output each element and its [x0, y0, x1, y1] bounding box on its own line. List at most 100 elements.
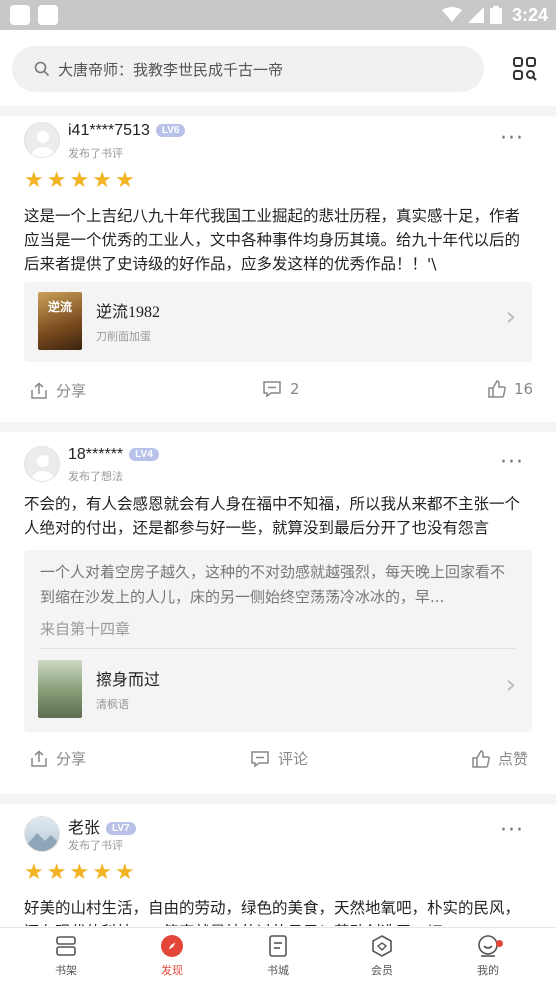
book-title: 逆流1982 [96, 304, 161, 321]
username-text: 老张 [68, 820, 101, 837]
star-icon: ★ [69, 860, 90, 885]
membership-icon [372, 935, 392, 957]
post-text[interactable]: 不会的，有人会感恩就会有人身在福中不知福，所以我从来都不主张一个人绝对的付出，还… [24, 492, 532, 540]
divider [0, 422, 556, 432]
level-badge: LV4 [129, 448, 159, 461]
avatar[interactable] [24, 446, 60, 482]
comment-icon [251, 750, 269, 767]
username[interactable]: 18****** LV4 [68, 446, 159, 464]
avatar[interactable] [24, 122, 60, 158]
level-badge: LV7 [106, 822, 136, 835]
post-card[interactable]: i41****7513 LV6 发布了书评 ··· ★ ★ ★ ★ ★ 这是一个上吉纪八九… [0, 116, 556, 422]
book-title: 擦身而过 [96, 672, 161, 689]
star-icon: ★ [46, 168, 67, 193]
star-icon: ★ [114, 168, 135, 193]
star-icon: ★ [69, 168, 90, 193]
notification-dot [496, 940, 503, 947]
bookshelf-icon [56, 936, 76, 956]
avatar[interactable] [24, 816, 60, 852]
nav-item-profile[interactable]: 我的 [453, 934, 523, 978]
quote-card[interactable]: 一个人对着空房子越久，这种的不对劲感就越强烈，每天晚上回家看不到缩在沙发上的人儿… [24, 550, 532, 732]
nav-item-membership[interactable]: 会员 [347, 934, 417, 978]
divider [40, 648, 516, 649]
chevron-right-icon: › [505, 302, 516, 332]
username[interactable]: i41****7513 LV6 [68, 122, 186, 140]
bottom-nav: 书架 发现 书城 会员 我的 [0, 927, 556, 989]
comment-button[interactable]: 评论 [250, 748, 308, 769]
nav-label: 发现 [161, 964, 183, 977]
scan-icon[interactable] [512, 56, 538, 82]
share-icon [31, 382, 47, 399]
divider [0, 106, 556, 116]
book-icon [269, 935, 287, 957]
status-time: 3:24 [511, 4, 548, 25]
nav-label: 我的 [477, 964, 499, 977]
post-text[interactable]: 这是一个上吉纪八九十年代我国工业掘起的悲壮历程，真实感十足，作者应当是一个优秀的… [24, 204, 532, 276]
username[interactable]: 老张 LV7 [68, 814, 136, 838]
like-count: 16 [514, 380, 534, 398]
cover-title: 逆流 [47, 300, 72, 314]
share-icon [31, 750, 47, 767]
more-icon[interactable]: ··· [500, 126, 524, 151]
star-icon: ★ [24, 168, 44, 193]
notification-icon [38, 5, 58, 25]
post-card[interactable]: 18****** LV4 发布了想法 ··· 不会的，有人会感恩就会有人身在福中不… [0, 432, 556, 794]
post-action: 发布了想法 [68, 470, 123, 483]
comment-count: 2 [290, 380, 300, 398]
feed[interactable]: i41****7513 LV6 发布了书评 ··· ★ ★ ★ ★ ★ 这是一个上吉纪八九… [0, 106, 556, 926]
post-action: 发布了书评 [68, 147, 123, 160]
share-button[interactable]: 分享 [30, 380, 86, 401]
signal-icon [467, 7, 484, 23]
more-icon[interactable]: ··· [500, 450, 524, 475]
like-button[interactable]: 16 [488, 380, 533, 398]
comment-icon [263, 381, 281, 398]
chevron-right-icon: › [505, 670, 516, 700]
more-icon[interactable]: ··· [500, 818, 524, 843]
quote-text: 一个人对着空房子越久，这种的不对劲感就越强烈，每天晚上回家看不到缩在沙发上的人儿… [40, 563, 506, 606]
star-icon: ★ [46, 860, 67, 885]
share-button[interactable]: 分享 [30, 748, 86, 769]
book-cover: 逆流 [38, 292, 82, 350]
nav-label: 会员 [371, 964, 393, 977]
nav-item-bookshelf[interactable]: 书架 [31, 934, 101, 978]
quote-source: 来自第十四章 [40, 620, 131, 638]
nav-label: 书城 [267, 964, 289, 977]
star-icon: ★ [92, 860, 112, 885]
rating-stars: ★ ★ ★ ★ ★ [24, 168, 135, 193]
book-cover [38, 660, 82, 718]
nav-label: 书架 [55, 964, 77, 977]
book-card[interactable]: 逆流 逆流1982 刀削面加蛋 › [24, 282, 532, 362]
thumbs-up-icon [472, 749, 490, 768]
share-label: 分享 [56, 750, 87, 768]
thumbs-up-icon [488, 380, 506, 398]
username-text: i41****7513 [68, 122, 150, 139]
battery-icon [489, 6, 502, 24]
level-badge: LV6 [155, 124, 186, 137]
wifi-icon [441, 7, 462, 22]
comment-button[interactable]: 2 [262, 380, 300, 398]
comment-label: 评论 [278, 750, 309, 768]
nav-item-discover[interactable]: 发现 [137, 934, 207, 978]
username-text: 18****** [68, 446, 124, 463]
share-label: 分享 [56, 382, 87, 400]
nav-item-bookstore[interactable]: 书城 [243, 934, 313, 978]
rating-stars: ★ ★ ★ ★ ★ [24, 860, 135, 885]
search-icon [34, 61, 50, 77]
post-text[interactable]: 好美的山村生活，自由的劳动，绿色的美食，天然地氧吧，朴实的民风，还有现代的科技…… [24, 896, 532, 926]
like-button[interactable]: 点赞 [472, 748, 528, 769]
post-action: 发布了书评 [68, 839, 123, 852]
search-bar[interactable]: 大唐帝师：我教李世民成千古一帝 [12, 46, 484, 92]
post-actions: 分享 2 16 [0, 380, 556, 410]
book-author: 刀削面加蛋 [96, 330, 151, 343]
compass-icon [161, 935, 183, 957]
notification-icon [10, 5, 30, 25]
like-label: 点赞 [498, 750, 529, 768]
status-bar: 3:24 [0, 0, 556, 30]
post-actions: 分享 评论 点赞 [0, 748, 556, 778]
header: 大唐帝师：我教李世民成千古一帝 [0, 30, 556, 106]
divider [0, 794, 556, 804]
star-icon: ★ [24, 860, 44, 885]
post-card[interactable]: 老张 LV7 发布了书评 ··· ★ ★ ★ ★ ★ 好美的山村生活，自由的劳动，绿色的美… [0, 804, 556, 926]
search-placeholder: 大唐帝师：我教李世民成千古一帝 [58, 60, 284, 79]
star-icon: ★ [114, 860, 135, 885]
